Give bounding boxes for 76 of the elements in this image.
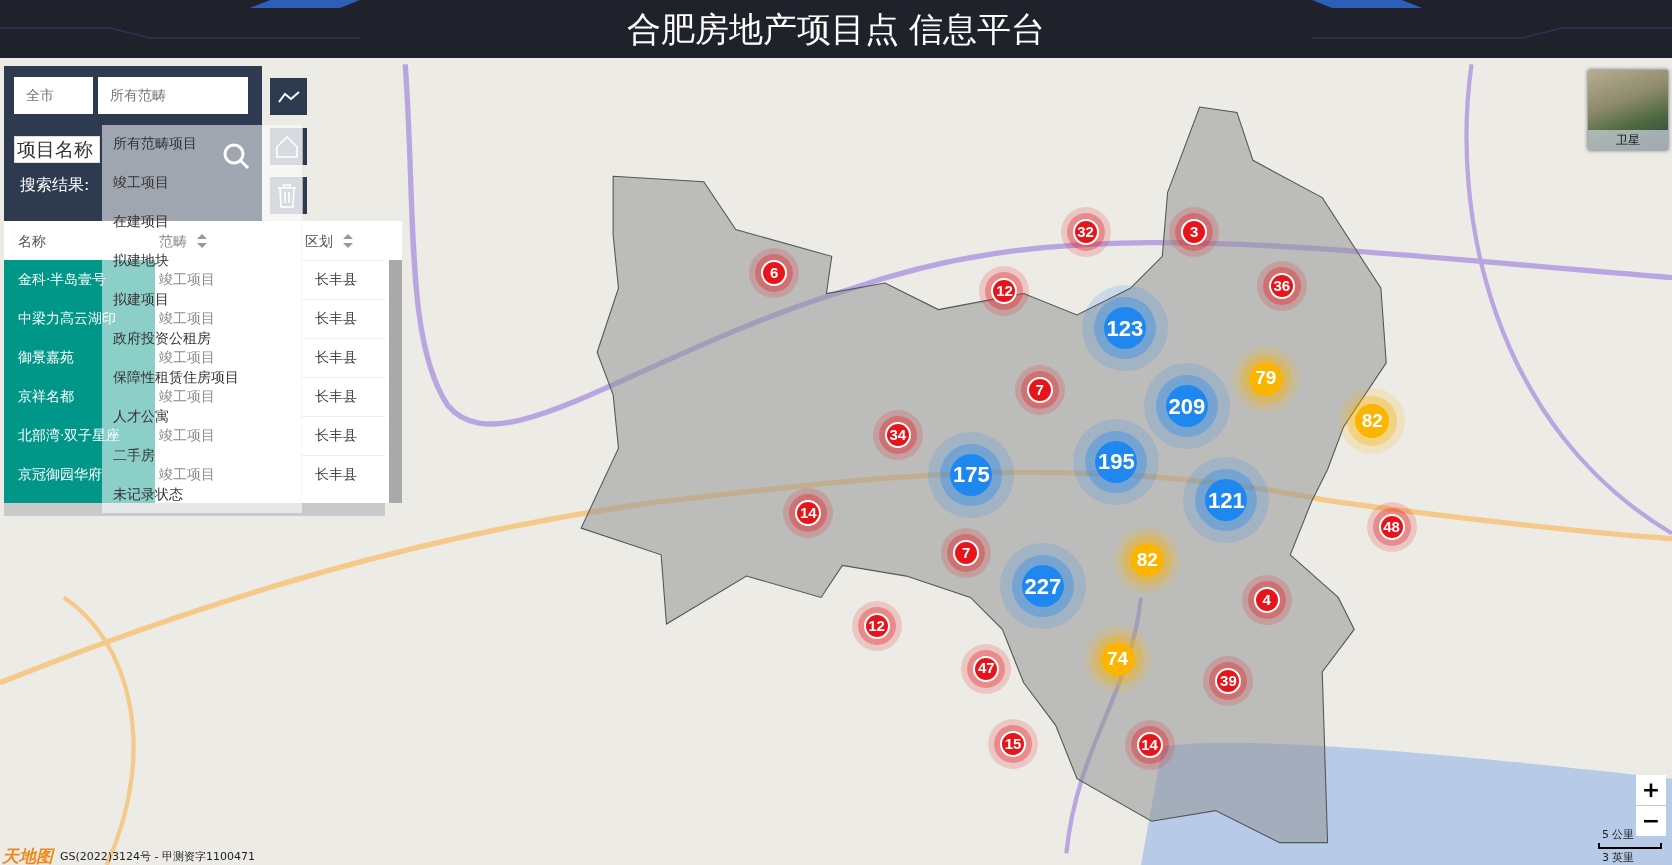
cluster-marker[interactable]: 6 xyxy=(761,259,788,286)
dropdown-option[interactable]: 政府投资公租房 xyxy=(111,330,213,347)
category-cell: 竣工项目 xyxy=(159,388,215,405)
column-header[interactable]: 区划 xyxy=(305,233,353,249)
dropdown-option[interactable]: 拟建项目 xyxy=(111,291,171,308)
dropdown-option[interactable]: 人才公寓 xyxy=(111,408,171,425)
satellite-layer-button[interactable]: 卫星 xyxy=(1588,70,1668,150)
cluster-marker[interactable]: 4 xyxy=(1253,587,1280,614)
project-name-cell[interactable]: 京冠御园华府 xyxy=(18,466,102,483)
cluster-marker[interactable]: 195 xyxy=(1095,440,1138,483)
project-name-cell[interactable]: 御景嘉苑 xyxy=(18,349,74,366)
dropdown-option[interactable]: 竣工项目 xyxy=(111,174,171,191)
chart-button[interactable] xyxy=(270,78,307,115)
cluster-marker[interactable]: 34 xyxy=(884,422,911,449)
cluster-marker[interactable]: 123 xyxy=(1103,307,1146,350)
zoom-in-button[interactable]: + xyxy=(1636,775,1666,805)
district-cell: 长丰县 xyxy=(315,310,357,327)
dropdown-option[interactable]: 保障性租赁住房项目 xyxy=(111,369,241,386)
horizontal-scrollbar[interactable] xyxy=(4,503,385,516)
cluster-marker[interactable]: 121 xyxy=(1205,479,1248,522)
dropdown-option[interactable]: 在建项目 xyxy=(111,213,171,230)
scale-imperial: 3 英里 xyxy=(1602,851,1635,864)
project-name-field[interactable]: 项目名称 xyxy=(14,136,100,163)
cluster-marker[interactable]: 7 xyxy=(1026,377,1053,404)
dropdown-option[interactable]: 未记录状态 xyxy=(111,486,185,503)
zoom-out-button[interactable]: − xyxy=(1636,806,1666,836)
district-cell: 长丰县 xyxy=(315,427,357,444)
column-header[interactable]: 范畴 xyxy=(159,233,207,249)
category-cell: 竣工项目 xyxy=(159,310,215,327)
sort-icon[interactable] xyxy=(343,234,353,248)
project-name-cell[interactable]: 金科·半岛壹号 xyxy=(18,271,107,288)
cluster-marker[interactable]: 36 xyxy=(1268,272,1295,299)
project-name-cell[interactable]: 京祥名都 xyxy=(18,388,74,405)
column-header[interactable]: 名称 xyxy=(18,233,46,249)
cluster-marker[interactable]: 175 xyxy=(950,453,993,496)
page-title: 合肥房地产项目点 信息平台 xyxy=(626,12,1046,46)
attribution-text: GS(2022)3124号 - 甲测资字1100471 xyxy=(60,849,256,865)
layer-label: 卫星 xyxy=(1588,130,1668,150)
category-select[interactable]: 所有范畴 xyxy=(98,77,248,114)
search-icon[interactable] xyxy=(222,142,250,170)
results-label: 搜索结果: xyxy=(20,174,90,196)
category-cell: 竣工项目 xyxy=(159,271,215,288)
scale-bar xyxy=(1598,843,1662,849)
district-cell: 长丰县 xyxy=(315,271,357,288)
home-button[interactable] xyxy=(270,128,307,165)
map-logo: 天地图 xyxy=(2,845,53,865)
category-cell: 竣工项目 xyxy=(159,349,215,366)
category-cell: 竣工项目 xyxy=(159,466,215,483)
cluster-marker[interactable]: 15 xyxy=(1000,731,1026,758)
cluster-marker[interactable]: 227 xyxy=(1021,565,1064,608)
district-cell: 长丰县 xyxy=(315,388,357,405)
sort-icon[interactable] xyxy=(197,234,207,248)
district-cell: 长丰县 xyxy=(315,349,357,366)
district-cell: 长丰县 xyxy=(315,466,357,483)
project-name-cell[interactable]: 中梁力高云湖印 xyxy=(18,310,116,327)
cluster-marker[interactable]: 3 xyxy=(1181,219,1208,246)
cluster-marker[interactable]: 47 xyxy=(973,655,1000,682)
category-cell: 竣工项目 xyxy=(159,427,215,444)
cluster-marker[interactable]: 209 xyxy=(1165,385,1208,428)
cluster-marker[interactable]: 32 xyxy=(1072,219,1099,246)
home-icon xyxy=(274,134,299,159)
cluster-marker[interactable]: 39 xyxy=(1215,668,1242,695)
delete-button[interactable] xyxy=(270,177,307,214)
cluster-marker[interactable]: 14 xyxy=(795,499,822,526)
cluster-marker[interactable]: 48 xyxy=(1378,513,1405,540)
project-name-cell[interactable]: 北部湾·双子星座 xyxy=(18,427,121,444)
city-select[interactable]: 全市 xyxy=(14,77,93,114)
trash-icon xyxy=(276,183,297,208)
cluster-marker[interactable]: 12 xyxy=(991,278,1018,305)
dropdown-option[interactable]: 二手房 xyxy=(111,447,157,464)
cluster-marker[interactable]: 7 xyxy=(953,540,980,567)
vertical-scrollbar[interactable] xyxy=(389,260,402,503)
scale-metric: 5 公里 xyxy=(1602,828,1635,841)
cluster-marker[interactable]: 14 xyxy=(1136,732,1163,759)
cluster-marker[interactable]: 12 xyxy=(863,612,890,639)
dropdown-option[interactable]: 所有范畴项目 xyxy=(111,135,199,152)
